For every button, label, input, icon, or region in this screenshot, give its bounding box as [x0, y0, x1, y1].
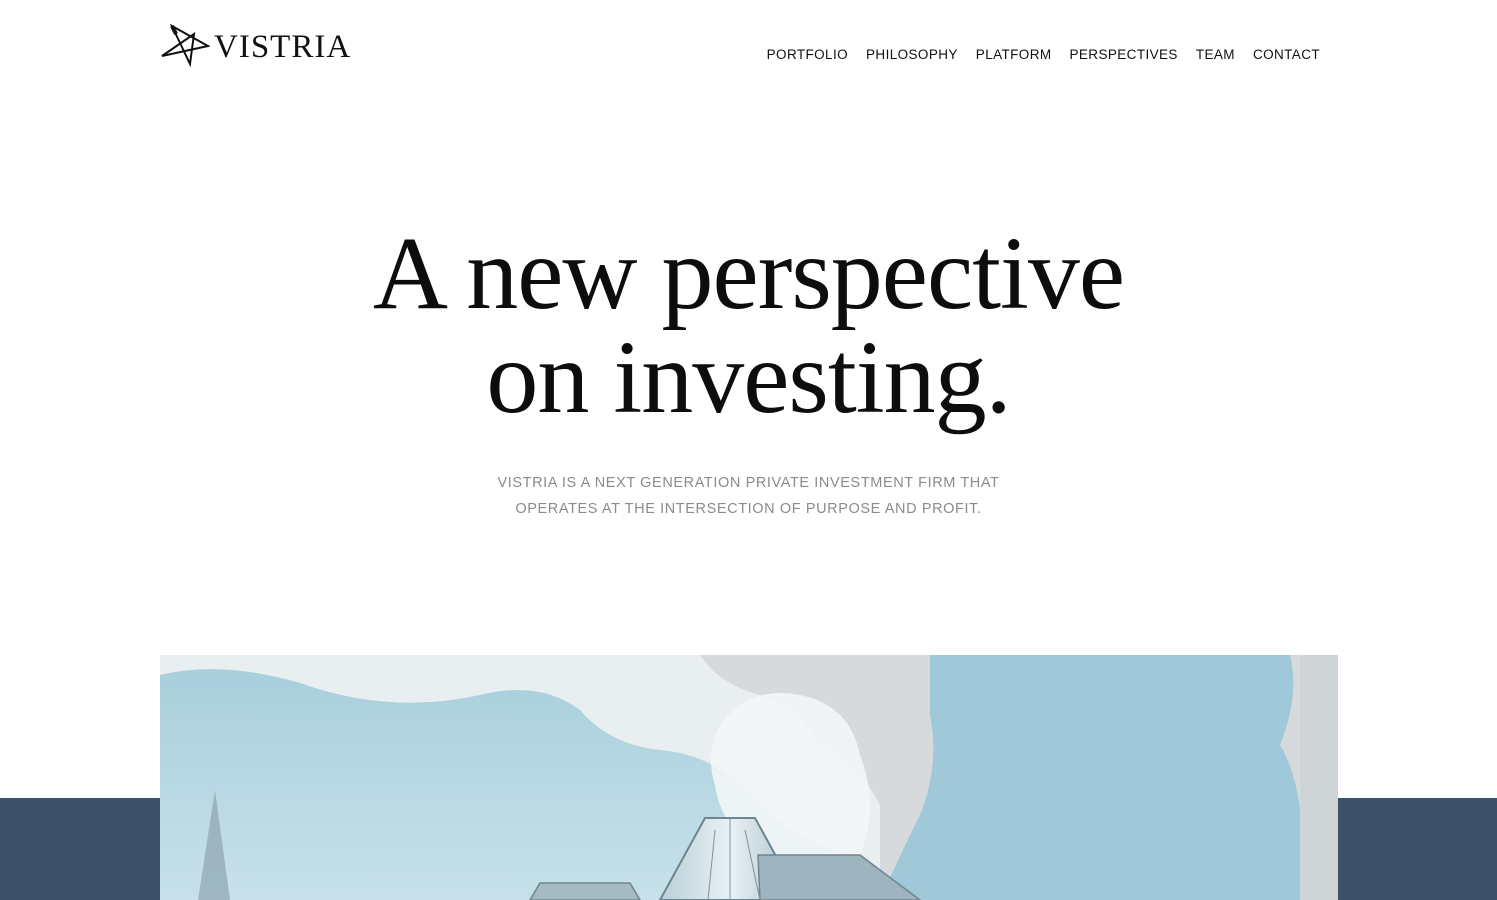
main-nav: PORTFOLIO PHILOSOPHY PLATFORM PERSPECTIV…	[767, 47, 1320, 62]
hero-subtitle-line-2: OPERATES AT THE INTERSECTION OF PURPOSE …	[515, 501, 982, 517]
logo-link[interactable]: VISTRIA	[160, 24, 351, 68]
nav-item-philosophy[interactable]: PHILOSOPHY	[866, 47, 958, 62]
hero-image	[160, 655, 1338, 900]
nav-item-platform[interactable]: PLATFORM	[976, 47, 1052, 62]
nav-item-team[interactable]: TEAM	[1196, 47, 1235, 62]
nav-item-contact[interactable]: CONTACT	[1253, 47, 1320, 62]
hero-section: A new perspective on investing. VISTRIA …	[0, 222, 1497, 522]
watercolor-building-illustration	[160, 655, 1338, 900]
hero-subtitle: VISTRIA IS A NEXT GENERATION PRIVATE INV…	[469, 470, 1029, 522]
site-header: VISTRIA PORTFOLIO PHILOSOPHY PLATFORM PE…	[0, 0, 1497, 110]
hero-subtitle-line-1: VISTRIA IS A NEXT GENERATION PRIVATE INV…	[497, 475, 1000, 491]
star-logo-icon	[161, 24, 210, 68]
hero-title-line-2: on investing.	[486, 320, 1011, 435]
hero-title-line-1: A new perspective	[372, 216, 1125, 331]
nav-item-portfolio[interactable]: PORTFOLIO	[767, 47, 848, 62]
brand-wordmark: VISTRIA	[214, 28, 352, 65]
nav-item-perspectives[interactable]: PERSPECTIVES	[1070, 47, 1178, 62]
hero-title: A new perspective on investing.	[0, 222, 1497, 430]
